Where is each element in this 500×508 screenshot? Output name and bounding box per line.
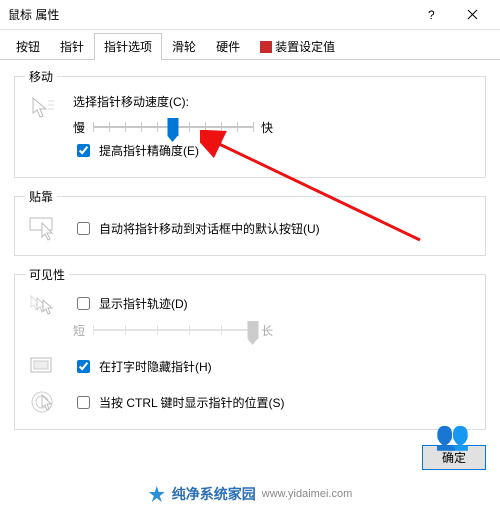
synaptics-icon — [260, 41, 272, 53]
tab-pointer-options[interactable]: 指针选项 — [94, 33, 162, 60]
trail-long-label: 长 — [261, 322, 273, 339]
trail-short-label: 短 — [73, 322, 85, 339]
watermark-icon — [148, 485, 166, 503]
tab-content: 移动 选择指针移动速度(C): 慢 快 — [0, 60, 500, 430]
close-icon — [467, 9, 478, 20]
pointer-trails-label: 显示指针轨迹(D) — [99, 295, 188, 312]
close-button[interactable] — [452, 1, 492, 29]
tab-strip: 按钮 指针 指针选项 滑轮 硬件 装置设定值 — [0, 30, 500, 60]
pointer-speed-slider[interactable] — [93, 116, 253, 138]
watermark-url: www.yidaimei.com — [262, 488, 352, 500]
snap-to-label: 自动将指针移动到对话框中的默认按钮(U) — [99, 220, 320, 237]
group-motion: 移动 选择指针移动速度(C): 慢 快 — [14, 68, 486, 178]
group-motion-legend: 移动 — [25, 68, 57, 85]
slow-label: 慢 — [73, 119, 85, 136]
snap-to-icon — [28, 215, 58, 241]
pointer-speed-label: 选择指针移动速度(C): — [73, 93, 475, 110]
tab-hardware[interactable]: 硬件 — [206, 33, 250, 59]
ctrl-locate-icon — [28, 389, 58, 415]
group-visibility: 可见性 显示指针轨迹(D) 短 — [14, 266, 486, 430]
tab-pointers[interactable]: 指针 — [50, 33, 94, 59]
tab-buttons[interactable]: 按钮 — [6, 33, 50, 59]
title-bar: 鼠标 属性 ? — [0, 0, 500, 30]
tab-wheel[interactable]: 滑轮 — [162, 33, 206, 59]
watermark-bg-icon: 👥 — [435, 419, 470, 452]
pointer-trails-slider — [93, 319, 253, 341]
group-visibility-legend: 可见性 — [25, 266, 69, 283]
enhance-precision-label: 提高指针精确度(E) — [99, 142, 199, 159]
hide-typing-checkbox[interactable] — [77, 360, 90, 373]
watermark: 纯净系统家园 www.yidaimei.com — [148, 484, 352, 504]
pointer-trails-checkbox[interactable] — [77, 297, 90, 310]
hide-typing-label: 在打字时隐藏指针(H) — [99, 358, 212, 375]
pointer-speed-icon — [28, 95, 58, 121]
ctrl-locate-label: 当按 CTRL 键时显示指针的位置(S) — [99, 394, 285, 411]
enhance-precision-checkbox[interactable] — [77, 144, 90, 157]
window-title: 鼠标 属性 — [8, 6, 412, 23]
pointer-trails-icon — [28, 293, 58, 319]
ctrl-locate-checkbox[interactable] — [77, 396, 90, 409]
tab-device-settings[interactable]: 装置设定值 — [250, 33, 345, 59]
hide-typing-icon — [28, 353, 58, 379]
snap-to-checkbox[interactable] — [77, 222, 90, 235]
svg-text:?: ? — [428, 9, 435, 21]
group-snap: 贴靠 自动将指针移动到对话框中的默认按钮(U) — [14, 188, 486, 256]
help-button[interactable]: ? — [412, 1, 452, 29]
watermark-brand: 纯净系统家园 — [172, 484, 256, 504]
group-snap-legend: 贴靠 — [25, 188, 57, 205]
help-icon: ? — [426, 9, 438, 21]
fast-label: 快 — [261, 119, 273, 136]
